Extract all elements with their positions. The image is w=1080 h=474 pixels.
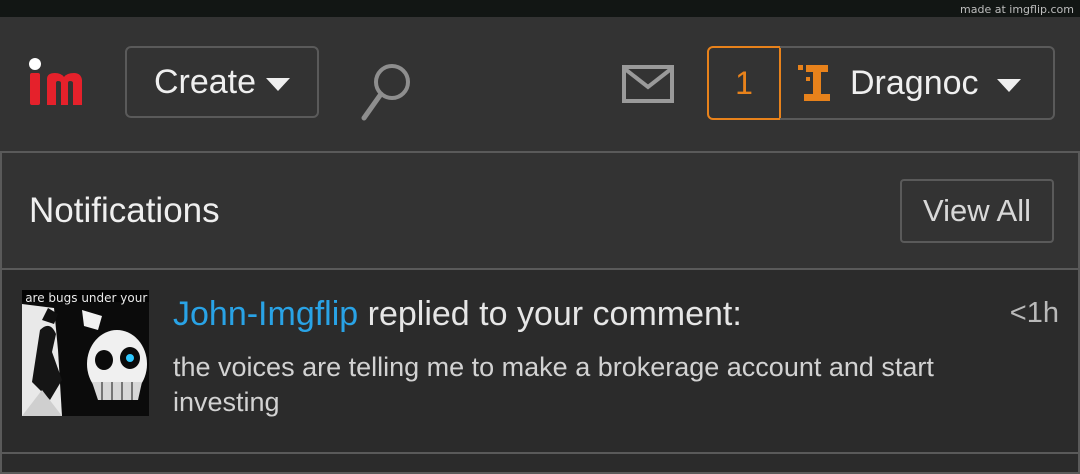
chevron-down-icon	[266, 77, 291, 91]
user-avatar-icon	[798, 65, 830, 101]
mail-icon[interactable]	[622, 65, 674, 103]
user-menu-group: 1 Dragnoc	[707, 46, 1055, 120]
search-icon[interactable]	[360, 60, 416, 124]
chevron-down-icon	[996, 78, 1021, 92]
notification-count: 1	[735, 64, 753, 101]
view-all-button[interactable]: View All	[900, 179, 1054, 243]
create-button[interactable]: Create	[125, 46, 319, 118]
username: Dragnoc	[850, 63, 979, 102]
watermark-bar: made at imgflip.com	[0, 0, 1080, 17]
notification-comment-text: the voices are telling me to make a brok…	[173, 352, 934, 417]
notifications-panel: Notifications View All are bugs under yo…	[0, 151, 1080, 474]
notifications-header: Notifications View All	[2, 153, 1078, 270]
notification-user-link[interactable]: John-Imgflip	[173, 295, 358, 333]
meme-thumbnail-art	[22, 290, 149, 416]
notification-action: replied to your comment:	[358, 295, 742, 333]
notifications-title: Notifications	[29, 191, 220, 230]
top-navbar: Create 1 Dragnoc	[0, 17, 1080, 151]
thumbnail-caption: e are bugs under your s	[22, 291, 149, 305]
create-label: Create	[153, 62, 257, 101]
view-all-label: View All	[923, 193, 1031, 228]
notification-headline: John-Imgflip replied to your comment:	[173, 295, 742, 334]
notification-time: <1h	[1009, 297, 1059, 329]
imgflip-logo[interactable]	[28, 57, 98, 107]
watermark-text: made at imgflip.com	[960, 3, 1074, 16]
user-menu-button[interactable]: Dragnoc	[780, 46, 1055, 120]
notification-item[interactable]: e are bugs under your s John-Imgflip rep…	[2, 270, 1078, 454]
notification-count-button[interactable]: 1	[707, 46, 781, 120]
meme-thumbnail[interactable]: e are bugs under your s	[22, 290, 149, 416]
